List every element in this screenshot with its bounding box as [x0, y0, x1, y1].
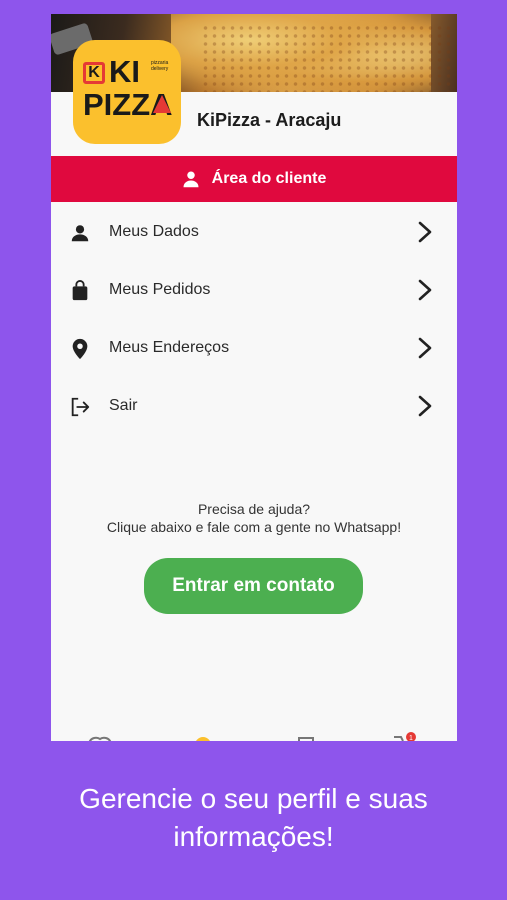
person-icon: [183, 171, 199, 188]
bottom-navigation: 1: [51, 731, 457, 741]
cart-badge: 1: [409, 735, 413, 741]
orders-icon[interactable]: [297, 735, 315, 741]
menu-item-meus-dados[interactable]: Meus Dados: [51, 203, 457, 261]
store-logo: K KI pizzaria delivery PIZZA: [73, 40, 181, 144]
menu-item-label: Meus Endereços: [109, 339, 230, 356]
logo-triangle: [153, 95, 171, 113]
menu-item-meus-pedidos[interactable]: Meus Pedidos: [51, 261, 457, 319]
logo-k-mark: K: [83, 62, 105, 84]
logo-tagline: pizzaria delivery: [151, 60, 169, 72]
menu-item-label: Sair: [109, 397, 138, 414]
chevron-right-icon: [418, 279, 432, 301]
client-area-header: Área do cliente: [51, 156, 457, 202]
help-line-1: Precisa de ajuda?: [197, 501, 311, 517]
app-screen: K KI pizzaria delivery PIZZA KiPizza - A…: [51, 14, 457, 741]
caption-line-2: informações!: [173, 821, 334, 852]
logo-text-top: KI: [109, 54, 140, 89]
caption-line-1: Gerencie o seu perfil e suas: [79, 783, 428, 814]
client-area-title: Área do cliente: [211, 170, 327, 187]
help-text: Precisa de ajuda? Clique abaixo e fale c…: [51, 500, 457, 536]
chevron-right-icon: [418, 337, 432, 359]
whatsapp-contact-button[interactable]: Entrar em contato: [144, 558, 363, 614]
menu-item-label: Meus Pedidos: [109, 281, 211, 298]
menu-item-sair[interactable]: Sair: [51, 377, 457, 435]
menu-item-meus-enderecos[interactable]: Meus Endereços: [51, 319, 457, 377]
chevron-right-icon: [418, 221, 432, 243]
chevron-right-icon: [418, 395, 432, 417]
person-icon: [71, 225, 89, 242]
shopping-bag-icon: [72, 280, 88, 301]
logout-icon: [71, 397, 90, 417]
menu-item-label: Meus Dados: [109, 223, 199, 240]
cart-icon[interactable]: 1: [393, 731, 419, 741]
account-menu: Meus Dados Meus Pedidos Meus Endereços S…: [51, 203, 457, 435]
help-line-2: Clique abaixo e fale com a gente no What…: [106, 519, 402, 535]
store-name: KiPizza - Aracaju: [197, 110, 342, 130]
location-pin-icon: [72, 338, 88, 360]
menu-icon[interactable]: [193, 735, 213, 741]
promo-caption: Gerencie o seu perfil e suas informações…: [0, 780, 507, 856]
home-icon[interactable]: [87, 735, 113, 741]
